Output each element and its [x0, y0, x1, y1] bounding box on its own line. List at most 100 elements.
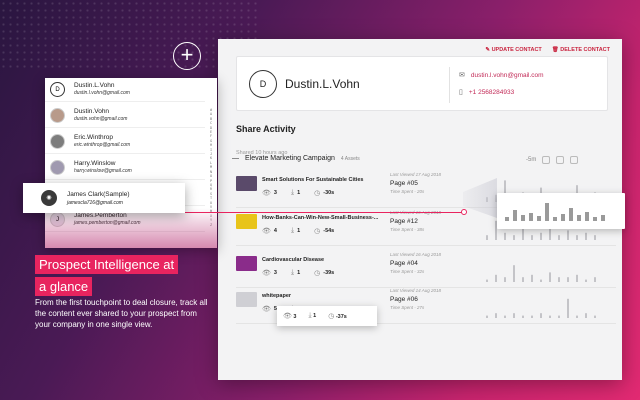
update-contact-button[interactable]: ✎ UPDATE CONTACT — [485, 47, 541, 53]
bar — [576, 274, 578, 282]
settings-icon[interactable] — [570, 156, 579, 164]
divider — [449, 67, 450, 103]
popup-views: 👁 3 — [283, 313, 297, 320]
plus-icon[interactable]: + — [173, 42, 201, 70]
contact-item-name: Dustin.Vohn — [74, 108, 110, 115]
bar — [585, 313, 587, 318]
eye-icon: 👁 — [262, 270, 271, 277]
highlight-name: James Clark(Sample) — [67, 191, 130, 198]
asset-thumbnail — [236, 176, 257, 191]
contact-item-name: Harry.Winslow — [74, 160, 116, 167]
promo-headline: Prospect Intelligence at a glance — [35, 255, 179, 299]
asset-thumbnail — [236, 292, 257, 307]
copy-icon[interactable] — [542, 156, 551, 164]
contact-email-row[interactable]: ✉ dustin.l.vohn@gmail.com — [459, 71, 544, 80]
highlighted-contact[interactable]: ◉ James Clark(Sample) jamescla716@gmail.… — [23, 183, 185, 213]
bar — [495, 274, 497, 282]
time-spent: Time Spent - 32s — [390, 269, 425, 274]
bar — [486, 235, 488, 240]
bar — [513, 235, 515, 240]
time-spent: Time Spent - 20s — [390, 189, 425, 194]
time-spent: Time Spent - 38s — [390, 227, 425, 232]
contact-item-email: harry.winslow@gmail.com — [74, 168, 132, 174]
contact-list-item[interactable]: Eric.Winthrop eric.winthrop@gmail.com — [45, 130, 205, 154]
contact-card: D Dustin.L.Vohn ✉ dustin.l.vohn@gmail.co… — [236, 56, 608, 111]
contact-item-name: Dustin.L.Vohn — [74, 82, 115, 89]
bar — [594, 315, 596, 318]
contact-list-item[interactable]: Dustin.Vohn dustin.vohn@gmail.com — [45, 104, 205, 128]
bar — [558, 235, 560, 240]
bar — [531, 315, 533, 318]
bar — [486, 279, 488, 282]
asset-stats: 👁 4 ⤓ 1 ◷ -54s — [262, 227, 334, 235]
bar — [593, 217, 597, 221]
bar — [504, 232, 506, 240]
asset-stats: 👁 3 ⤓ 1 ◷ -30s — [262, 189, 334, 197]
bar — [577, 215, 581, 221]
page-number: Page #06 — [390, 296, 418, 303]
views-stat: 👁 3 — [262, 190, 277, 197]
page-activity-sparkline — [486, 265, 596, 282]
page-number: Page #12 — [390, 218, 418, 225]
last-viewed: Last Viewed 16 Aug 2018 — [390, 252, 442, 257]
contact-phone: +1 2568284933 — [468, 88, 515, 96]
last-viewed: Last Viewed 17 Aug 2018 — [390, 172, 442, 177]
asset-stats: 👁 3 ⤓ 1 ◷ -39s — [262, 269, 334, 277]
avatar — [50, 160, 65, 175]
contact-list-item[interactable]: Harry.Winslow harry.winslow@gmail.com — [45, 156, 205, 180]
bar — [567, 230, 569, 240]
downloads-stat: ⤓1 — [290, 227, 301, 234]
bar — [540, 313, 542, 318]
download-icon: ⤓ — [308, 312, 312, 319]
share-icon[interactable] — [556, 156, 565, 164]
page-activity-sparkline — [486, 298, 596, 318]
contact-item-email: eric.winthrop@gmail.com — [74, 142, 131, 148]
bar — [522, 228, 524, 240]
campaign-row[interactable]: — Elevate Marketing Campaign 4 Assets — [232, 155, 360, 162]
collapse-icon[interactable]: — — [232, 155, 239, 162]
campaign-duration: -5m — [526, 156, 579, 164]
avatar: D — [249, 70, 277, 98]
download-icon: ⤓ — [290, 189, 295, 196]
bar — [504, 277, 506, 282]
page-number: Page #05 — [390, 180, 418, 187]
download-icon: ⤓ — [290, 269, 295, 276]
contact-item-email: james.pemberton@gmail.com — [74, 220, 141, 226]
asset-name: Smart Solutions For Sustainable Cities — [262, 177, 364, 183]
highlight-email: jamescla716@gmail.com — [67, 200, 123, 206]
views-stat: 👁 5 — [262, 306, 277, 313]
alphabet-index[interactable]: #ABCDEFGHIJKLMNOPQRSTUVWXYZ — [207, 108, 215, 227]
eye-icon: 👁 — [262, 190, 271, 197]
phone-icon: ▯ — [459, 89, 463, 96]
bar — [585, 279, 587, 282]
stats-popup: 👁 3 ⤓ 1 ◷ -37s — [277, 306, 377, 326]
bar — [601, 215, 605, 221]
bar — [558, 315, 560, 318]
contact-list-item[interactable]: D Dustin.L.Vohn dustin.l.vohn@gmail.com — [45, 78, 205, 102]
divider — [236, 245, 616, 246]
bar — [549, 272, 551, 282]
mail-icon: ✉ — [459, 72, 465, 79]
avatar — [50, 108, 65, 123]
assets-count: 4 Assets — [340, 155, 360, 162]
bar — [522, 277, 524, 282]
clock-icon: ◷ — [314, 228, 321, 235]
contact-phone-row[interactable]: ▯ +1 2568284933 — [459, 88, 515, 97]
list-item[interactable]: Cardiovascular Disease 👁 3 ⤓ 1 ◷ -39s Last … — [236, 252, 616, 288]
clock-icon: ◷ — [314, 190, 321, 197]
contact-item-name: James.Pemberton — [74, 212, 127, 219]
eye-icon: 👁 — [262, 306, 271, 313]
campaign-name: Elevate Marketing Campaign — [245, 155, 335, 162]
page-number: Page #04 — [390, 260, 418, 267]
bar — [576, 315, 578, 318]
bar — [513, 210, 517, 221]
bar — [569, 208, 573, 221]
page-views-popup — [497, 193, 625, 229]
bar — [531, 274, 533, 282]
bar — [553, 217, 557, 221]
delete-contact-button[interactable]: 🗑 DELETE CONTACT — [552, 47, 610, 53]
time-stat: ◷ -54s — [314, 228, 335, 235]
downloads-stat: ⤓1 — [290, 189, 301, 196]
bar — [561, 214, 565, 221]
asset-name: whitepaper — [262, 293, 292, 299]
